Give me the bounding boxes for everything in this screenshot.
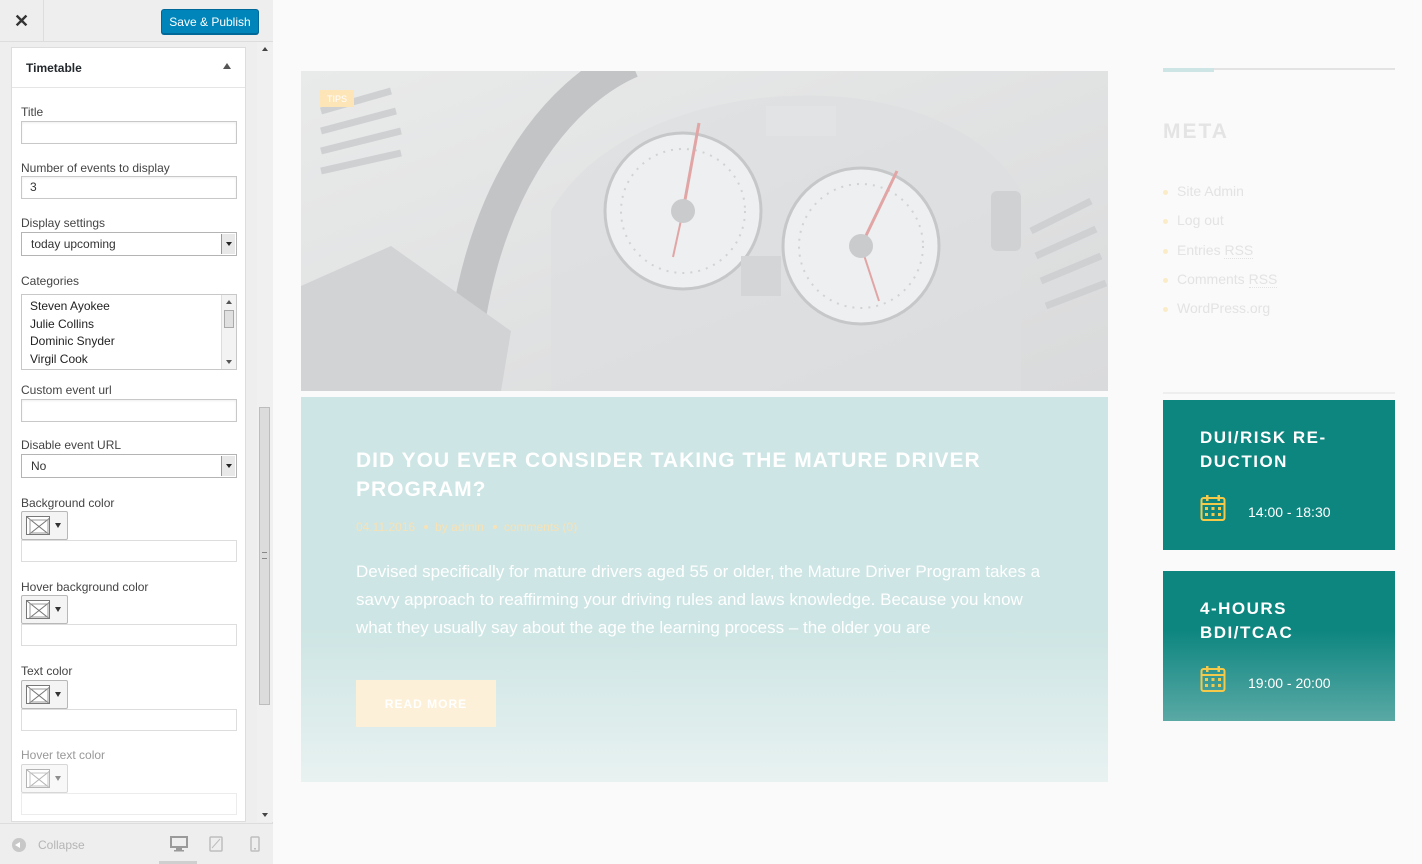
display-settings-value: today upcoming [31, 237, 116, 251]
bg-color-picker[interactable] [21, 511, 68, 540]
chevron-down-icon[interactable] [221, 234, 235, 254]
post-category-tag[interactable]: TIPS [320, 90, 354, 107]
save-publish-button[interactable]: Save & Publish [161, 9, 259, 34]
scroll-down-icon[interactable] [262, 813, 268, 817]
collapse-arrow-icon[interactable] [223, 63, 231, 69]
empty-swatch-icon [26, 516, 50, 535]
display-settings-label: Display settings [21, 216, 106, 230]
events-count-input[interactable]: 3 [21, 176, 237, 199]
meta-link-log-out[interactable]: Log out [1163, 212, 1277, 241]
custom-url-label: Custom event url [21, 383, 112, 397]
post-featured-image[interactable]: TIPS [301, 71, 1108, 391]
chevron-down-icon[interactable] [221, 456, 235, 476]
category-option[interactable]: Steven Ayokee [22, 298, 220, 316]
collapse-button[interactable]: Collapse [38, 838, 85, 852]
text-color-input[interactable] [21, 709, 237, 731]
mobile-icon[interactable] [248, 836, 266, 852]
events-count-label: Number of events to display [21, 161, 170, 175]
post-author[interactable]: by admin [435, 520, 484, 534]
customizer-sidebar: ✕ Save & Publish Timetable Title Number … [0, 0, 273, 864]
post-content: Did you ever consider taking the Mature … [301, 397, 1108, 782]
hover-text-picker[interactable] [21, 764, 68, 793]
categories-scrollbar[interactable] [221, 295, 236, 369]
calendar-icon [1200, 494, 1226, 522]
post-comments[interactable]: comments (0) [504, 520, 577, 534]
categories-label: Categories [21, 274, 80, 288]
disable-url-label: Disable event URL [21, 438, 122, 452]
customizer-header: ✕ Save & Publish [0, 0, 273, 42]
customizer-scrollbar[interactable] [257, 42, 273, 822]
tablet-icon[interactable] [208, 836, 226, 852]
title-input[interactable] [21, 121, 237, 144]
post-date: 04.11.2016 [356, 520, 416, 534]
customizer-footer: Collapse [0, 823, 273, 864]
empty-swatch-icon [26, 685, 50, 704]
post-excerpt: Devised specifically for mature drivers … [356, 562, 1041, 637]
category-option[interactable]: Julie Collins [22, 316, 220, 334]
caret-down-icon [55, 523, 61, 528]
empty-swatch-icon [26, 600, 50, 619]
widget-title: Timetable [26, 61, 82, 75]
scroll-thumb[interactable] [259, 407, 270, 705]
categories-listbox[interactable]: Steven Ayokee Julie Collins Dominic Snyd… [21, 294, 237, 370]
customizer-controls: Timetable Title Number of events to disp… [0, 42, 273, 822]
caret-down-icon [55, 776, 61, 781]
category-option[interactable]: Dominic Snyder [22, 333, 220, 351]
display-settings-select[interactable]: today upcoming [21, 232, 237, 256]
category-option[interactable]: Virgil Cook [22, 351, 220, 369]
custom-url-input[interactable] [21, 399, 237, 422]
desktop-icon[interactable] [170, 836, 188, 852]
site-preview: TIPS Did you ever consider taking the Ma… [274, 0, 1422, 864]
event-time: 19:00 - 20:00 [1248, 675, 1331, 691]
bg-color-label: Background color [21, 496, 115, 510]
widget-divider-accent [1163, 68, 1214, 72]
meta-links: Site Admin Log out Entries RSS Comments … [1163, 183, 1278, 329]
scroll-up-icon[interactable] [226, 300, 232, 304]
calendar-icon [1200, 665, 1226, 693]
blog-post-card: TIPS Did you ever consider taking the Ma… [301, 71, 1108, 782]
text-color-label: Text color [21, 664, 73, 678]
meta-link-wordpress[interactable]: WordPress.org [1163, 300, 1277, 329]
hover-bg-input[interactable] [21, 624, 237, 646]
text-color-picker[interactable] [21, 680, 68, 709]
close-icon[interactable]: ✕ [0, 0, 44, 42]
event-title[interactable]: DUI/Risk Re-duction [1200, 426, 1370, 474]
bg-color-input[interactable] [21, 540, 237, 562]
scroll-up-icon[interactable] [262, 47, 268, 51]
event-title[interactable]: 4-Hours BDI/TCAC [1200, 597, 1370, 645]
timetable-event-card[interactable]: 4-Hours BDI/TCAC 19:00 - 20:00 [1163, 571, 1395, 721]
caret-down-icon [55, 607, 61, 612]
disable-url-select[interactable]: No [21, 454, 237, 478]
hover-bg-picker[interactable] [21, 595, 68, 624]
post-title[interactable]: Did you ever consider taking the Mature … [356, 446, 1056, 504]
widget-header[interactable]: Timetable [12, 48, 245, 88]
widget-divider [1163, 392, 1395, 394]
caret-down-icon [55, 692, 61, 697]
meta-widget-title: META [1163, 120, 1229, 143]
read-more-button[interactable]: READ MORE [356, 680, 496, 727]
widget-panel: Timetable Title Number of events to disp… [11, 47, 246, 822]
hover-text-label: Hover text color [21, 748, 106, 762]
meta-link-site-admin[interactable]: Site Admin [1163, 183, 1277, 212]
meta-widget: META Site Admin Log out Entries RSS Comm… [1163, 68, 1395, 368]
scroll-down-icon[interactable] [226, 360, 232, 364]
hover-text-input[interactable] [21, 793, 237, 815]
collapse-icon[interactable] [12, 838, 26, 852]
empty-swatch-icon [26, 769, 50, 788]
event-time: 14:00 - 18:30 [1248, 504, 1331, 520]
disable-url-value: No [31, 459, 47, 473]
meta-link-entries-rss[interactable]: Entries RSS [1163, 241, 1277, 271]
scroll-thumb[interactable] [224, 310, 234, 328]
title-label: Title [21, 105, 44, 119]
timetable-event-card[interactable]: DUI/Risk Re-duction 14:00 - 18:30 [1163, 400, 1395, 550]
hover-bg-label: Hover background color [21, 580, 149, 594]
meta-link-comments-rss[interactable]: Comments RSS [1163, 270, 1278, 300]
post-meta: 04.11.2016 by admin comments (0) [356, 520, 577, 534]
